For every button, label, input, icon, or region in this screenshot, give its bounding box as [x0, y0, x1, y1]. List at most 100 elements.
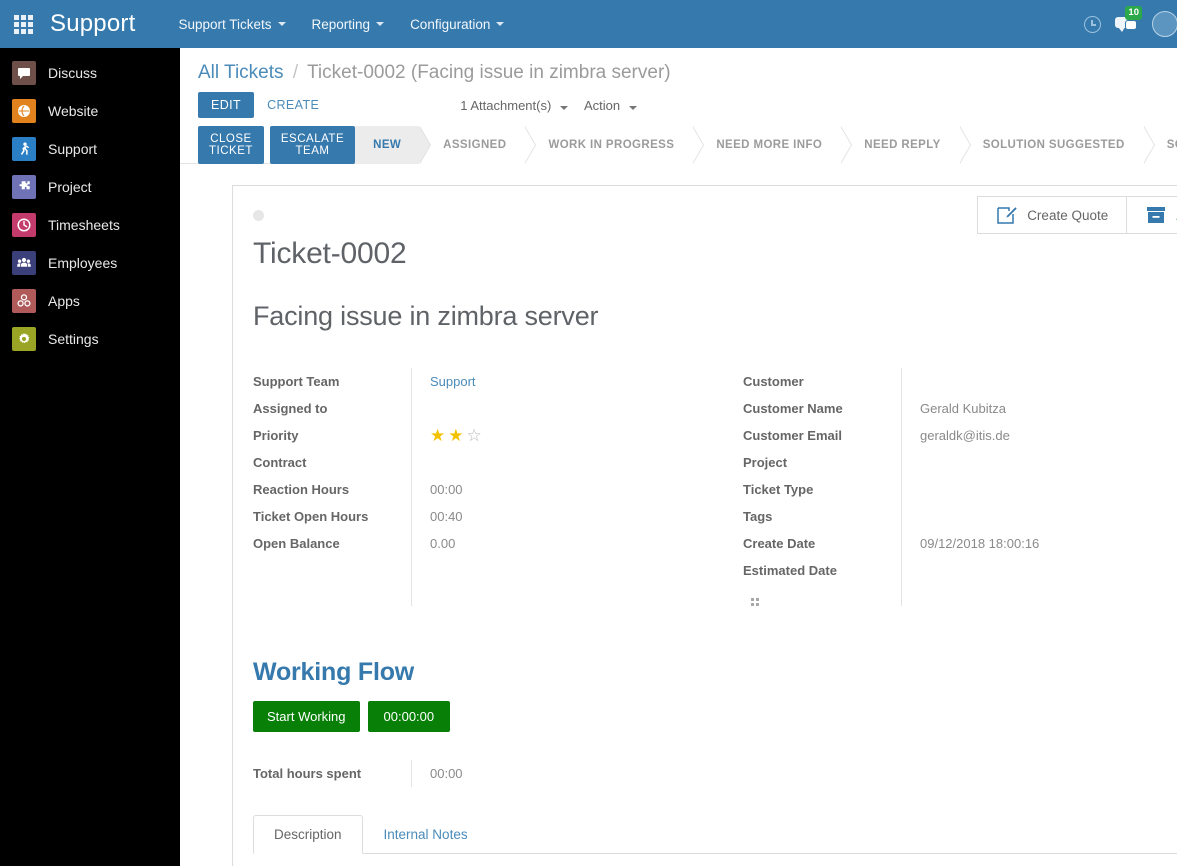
value-project[interactable] [920, 449, 1177, 476]
sidebar-item-support[interactable]: Support [0, 130, 180, 168]
nav-label-support-tickets: Support Tickets [178, 16, 272, 32]
statusbar-step-label: WORK IN PROGRESS [548, 139, 675, 151]
nav-item-reporting[interactable]: Reporting [299, 0, 398, 48]
breadcrumb-separator: / [292, 62, 299, 83]
create-button[interactable]: CREATE [254, 92, 332, 118]
state-indicator-dot[interactable] [253, 210, 264, 221]
statusbar-step-need-reply[interactable]: NEED REPLY [840, 126, 971, 164]
label-reaction-hours: Reaction Hours [253, 482, 350, 497]
statusbar-step-label: NEED REPLY [864, 139, 941, 151]
employees-icon [12, 251, 36, 275]
sidebar-item-project[interactable]: Project [0, 168, 180, 206]
action-label: Action [583, 97, 621, 113]
star-empty-3[interactable]: ☆ [467, 427, 482, 444]
create-quote-icon [996, 205, 1018, 226]
sidebar-label-settings: Settings [48, 331, 99, 347]
close-ticket-button[interactable]: CLOSE TICKET [198, 125, 264, 164]
statusbar-step-label: NEW [373, 139, 402, 151]
tab-internal-notes[interactable]: Internal Notes [363, 815, 489, 854]
label-ticket-type: Ticket Type [743, 482, 814, 497]
sidebar-item-discuss[interactable]: Discuss [0, 54, 180, 92]
work-timer-display: 00:00:00 [367, 701, 451, 732]
statusbar-step-assigned[interactable]: ASSIGNED [419, 126, 537, 164]
avatar-image [1152, 11, 1177, 37]
active-archive-button[interactable]: Active [1126, 197, 1177, 233]
statusbar-step-new[interactable]: NEW [355, 126, 432, 164]
action-dropdown[interactable]: Action [584, 98, 637, 113]
sidebar-label-discuss: Discuss [48, 65, 98, 81]
value-customer-email[interactable]: geraldk@itis.de [920, 422, 1177, 449]
value-customer[interactable] [920, 368, 1177, 395]
statusbar-step-label: SOLUTION SUGGESTED [982, 139, 1125, 151]
ticket-field-grid: Support Team Assigned to Priority Contra… [253, 368, 1177, 606]
label-estimated-date: Estimated Date [743, 563, 837, 578]
attachments-dropdown[interactable]: 1 Attachment(s) [460, 98, 568, 113]
clock-glyph [1083, 15, 1101, 33]
workflow-section-title: Working Flow [253, 658, 415, 686]
value-estimated-date[interactable] [920, 557, 1177, 584]
main-content: All Tickets / Ticket-0002 (Facing issue … [180, 48, 1177, 866]
main-nav-menu: Support Tickets Reporting Configuration [165, 0, 517, 48]
statusbar-step-solution-suggested[interactable]: SOLUTION SUGGESTED [958, 126, 1155, 164]
clock-icon[interactable] [1075, 0, 1109, 48]
left-labels: Support Team Assigned to Priority Contra… [253, 368, 411, 606]
total-hours-row: Total hours spent 00:00 [253, 760, 1177, 787]
statusbar-step-label: NEED MORE INFO [716, 139, 823, 151]
chevron-down-icon [277, 22, 286, 26]
website-icon [12, 99, 36, 123]
sidebar-item-apps[interactable]: Apps [0, 282, 180, 320]
star-filled-2[interactable]: ★ [448, 427, 463, 444]
hours-label-col: Total hours spent [253, 760, 411, 787]
value-tags[interactable] [920, 503, 1177, 530]
value-support-team[interactable]: Support [430, 368, 733, 395]
breadcrumb-root-link[interactable]: All Tickets [198, 62, 284, 83]
left-values: Support ★ ★ ☆ 00:00 00:40 0.00 [411, 368, 733, 606]
value-create-date: 09/12/2018 18:00:16 [920, 536, 1040, 551]
app-brand-title[interactable]: Support [46, 10, 165, 38]
nav-item-configuration[interactable]: Configuration [397, 0, 517, 48]
apps-grid-glyph [13, 14, 33, 34]
notebook: Description Internal Notes Hi Team, I am… [253, 815, 1177, 866]
sidebar-item-settings[interactable]: Settings [0, 320, 180, 358]
drag-handle-icon[interactable] [751, 598, 901, 606]
tab-description[interactable]: Description [253, 815, 363, 854]
field-column-left: Support Team Assigned to Priority Contra… [253, 368, 733, 606]
value-assigned-to[interactable] [430, 395, 733, 422]
label-support-team: Support Team [253, 374, 340, 389]
statusbar-step-need-more-info[interactable]: NEED MORE INFO [692, 126, 853, 164]
statusbar-step-work-in-progress[interactable]: WORK IN PROGRESS [524, 126, 705, 164]
escalate-team-button[interactable]: ESCALATE TEAM [269, 125, 356, 164]
breadcrumb-current: Ticket-0002 (Facing issue in zimbra serv… [307, 62, 671, 83]
ticket-form-card: Create Quote Active Ticket-0002 Facing i… [232, 185, 1177, 866]
create-quote-button[interactable]: Create Quote [978, 197, 1126, 233]
chevron-down-icon [376, 22, 385, 26]
chevron-down-icon [628, 105, 637, 110]
status-buttons-group: CLOSE TICKET ESCALATE TEAM [198, 125, 356, 164]
support-icon [12, 137, 36, 161]
edit-button[interactable]: EDIT [198, 92, 255, 118]
star-filled-1[interactable]: ★ [430, 427, 445, 444]
label-contract: Contract [253, 455, 307, 470]
label-create-date: Create Date [743, 536, 816, 551]
status-action-row: CLOSE TICKET ESCALATE TEAM NEW ASSIGNED … [180, 125, 1177, 164]
label-open-balance: Open Balance [253, 536, 340, 551]
value-contract[interactable] [430, 449, 733, 476]
statusbar-pipeline: NEW ASSIGNED WORK IN PROGRESS NEED MORE … [355, 126, 1177, 164]
sidebar-item-employees[interactable]: Employees [0, 244, 180, 282]
start-working-button[interactable]: Start Working [253, 701, 360, 732]
apps-grid-icon[interactable] [0, 0, 46, 48]
value-ticket-type[interactable] [920, 476, 1177, 503]
value-customer-name[interactable]: Gerald Kubitza [920, 395, 1177, 422]
chevron-down-icon [496, 22, 505, 26]
nav-item-support-tickets[interactable]: Support Tickets [165, 0, 298, 48]
value-priority-stars[interactable]: ★ ★ ☆ [430, 422, 733, 449]
sidebar-item-website[interactable]: Website [0, 92, 180, 130]
sidebar-label-timesheets: Timesheets [48, 217, 120, 233]
notebook-tabs: Description Internal Notes [253, 815, 1177, 854]
messages-icon[interactable]: 10 [1109, 0, 1143, 48]
discuss-icon [12, 61, 36, 85]
avatar[interactable] [1143, 0, 1177, 48]
chevron-down-icon [559, 105, 568, 110]
sidebar-item-timesheets[interactable]: Timesheets [0, 206, 180, 244]
statusbar-step-label: ASSIGNED [443, 139, 507, 151]
